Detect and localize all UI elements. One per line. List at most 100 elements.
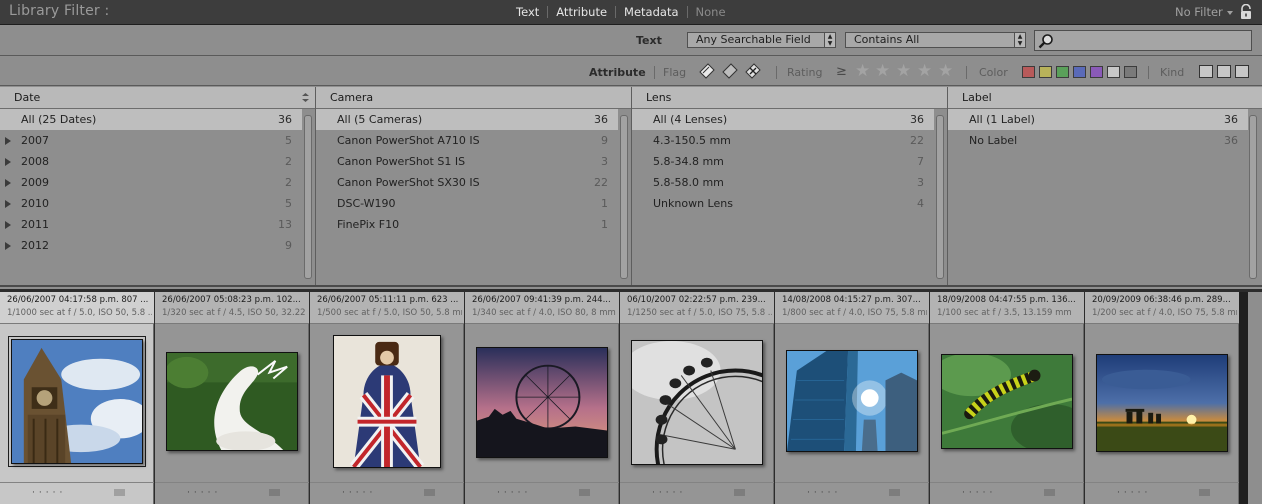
flag-label: Flag <box>663 66 687 79</box>
list-item[interactable]: All (5 Cameras) 36 <box>316 109 618 130</box>
column-options-icon[interactable] <box>302 93 309 102</box>
disclosure-triangle-icon[interactable] <box>5 221 11 229</box>
photo-thumbnail[interactable] <box>1096 354 1228 452</box>
caterpillar-photo <box>942 355 1072 448</box>
disclosure-triangle-icon[interactable] <box>5 242 11 250</box>
list-item[interactable]: DSC-W190 1 <box>316 193 631 214</box>
star-icon[interactable]: ★ <box>855 63 870 80</box>
list-item[interactable]: All (25 Dates) 36 <box>0 109 302 130</box>
color-swatch-other[interactable] <box>1107 66 1120 78</box>
photo-thumbnail[interactable] <box>11 339 143 464</box>
photo-info: 14/08/2008 04:15:27 p.m. 307... 1/800 se… <box>775 292 929 324</box>
list-item[interactable]: Canon PowerShot A710 IS 9 <box>316 130 631 151</box>
disclosure-triangle-icon[interactable] <box>5 137 11 145</box>
scrollbar[interactable] <box>304 115 312 279</box>
column-header[interactable]: Date <box>0 87 315 109</box>
badge-icon <box>114 489 125 496</box>
color-swatch-green[interactable] <box>1056 66 1069 78</box>
photo-cell[interactable]: 14/08/2008 04:15:27 p.m. 307... 1/800 se… <box>775 292 929 504</box>
list-item[interactable]: All (4 Lenses) 36 <box>632 109 934 130</box>
list-item[interactable]: Canon PowerShot SX30 IS 22 <box>316 172 631 193</box>
star-icon[interactable]: ★ <box>875 63 890 80</box>
disclosure-triangle-icon[interactable] <box>5 179 11 187</box>
list-item[interactable]: No Label 36 <box>948 130 1262 151</box>
flag-picked-icon[interactable] <box>697 61 717 81</box>
list-item[interactable]: 5.8-58.0 mm 3 <box>632 172 947 193</box>
column-header[interactable]: Label <box>948 87 1262 109</box>
color-swatch-yellow[interactable] <box>1039 66 1052 78</box>
rating-dots[interactable]: ····· <box>497 488 531 498</box>
tab-none[interactable]: None <box>688 5 734 19</box>
kind-label: Kind <box>1160 66 1185 79</box>
star-icon[interactable]: ★ <box>896 63 911 80</box>
color-swatch-purple[interactable] <box>1090 66 1103 78</box>
photo-thumbnail[interactable] <box>786 350 918 452</box>
color-swatch-none[interactable] <box>1124 66 1137 78</box>
photo-thumbnail[interactable] <box>476 347 608 458</box>
column-header-label: Label <box>962 91 992 104</box>
flag-rejected-icon[interactable] <box>743 61 763 81</box>
scrollbar[interactable] <box>620 115 628 279</box>
photo-thumbnail[interactable] <box>941 354 1073 449</box>
color-swatch-red[interactable] <box>1022 66 1035 78</box>
star-icon[interactable]: ★ <box>938 63 953 80</box>
list-item[interactable]: All (1 Label) 36 <box>948 109 1248 130</box>
photo-thumbnail[interactable] <box>166 352 298 451</box>
photo-footer: ····· <box>930 482 1084 504</box>
photo-cell[interactable]: 26/06/2007 05:08:23 p.m. 102... 1/320 se… <box>155 292 309 504</box>
rating-dots[interactable]: ····· <box>342 488 376 498</box>
list-item[interactable]: 2008 2 <box>0 151 315 172</box>
photo-footer: ····· <box>310 482 464 504</box>
photo-cell[interactable]: 26/06/2007 04:17:58 p.m. 807 ... 1/1000 … <box>0 292 154 504</box>
disclosure-triangle-icon[interactable] <box>5 200 11 208</box>
photo-cell[interactable]: 06/10/2007 02:22:57 p.m. 239... 1/1250 s… <box>620 292 774 504</box>
list-item[interactable]: FinePix F10 1 <box>316 214 631 235</box>
list-item[interactable]: 2012 9 <box>0 235 315 256</box>
color-swatch-blue[interactable] <box>1073 66 1086 78</box>
kind-virtual-copies-icon[interactable] <box>1217 65 1231 78</box>
list-item[interactable]: Canon PowerShot S1 IS 3 <box>316 151 631 172</box>
column-header[interactable]: Lens <box>632 87 947 109</box>
rating-operator[interactable]: ≥ <box>836 64 847 79</box>
match-rule-select[interactable]: Contains All ▲ ▼ <box>845 32 1026 48</box>
photo-thumbnail[interactable] <box>631 340 763 465</box>
scrollbar[interactable] <box>936 115 944 279</box>
column-header[interactable]: Camera <box>316 87 631 109</box>
search-input[interactable] <box>1034 30 1252 51</box>
disclosure-triangle-icon[interactable] <box>5 158 11 166</box>
union-jack-photo <box>334 336 440 467</box>
photo-cell[interactable]: 18/09/2008 04:47:55 p.m. 136... 1/100 se… <box>930 292 1084 504</box>
list-item[interactable]: Unknown Lens 4 <box>632 193 947 214</box>
grid-scrollbar[interactable] <box>1239 292 1248 504</box>
list-item[interactable]: 2010 5 <box>0 193 315 214</box>
rating-dots[interactable]: ····· <box>187 488 221 498</box>
tab-text[interactable]: Text <box>508 5 547 19</box>
flag-unflagged-icon[interactable] <box>720 61 740 81</box>
photo-cell[interactable]: 26/06/2007 05:11:11 p.m. 623 ... 1/500 s… <box>310 292 464 504</box>
rating-dots[interactable]: ····· <box>32 488 66 498</box>
rating-dots[interactable]: ····· <box>652 488 686 498</box>
list-item[interactable]: 2011 13 <box>0 214 315 235</box>
tab-metadata[interactable]: Metadata <box>616 5 686 19</box>
photo-cell[interactable]: 26/06/2007 09:41:39 p.m. 244... 1/340 se… <box>465 292 619 504</box>
photo-cell[interactable]: 20/09/2009 06:38:46 p.m. 289... 1/200 se… <box>1085 292 1239 504</box>
rating-dots[interactable]: ····· <box>962 488 996 498</box>
rating-dots[interactable]: ····· <box>807 488 841 498</box>
lock-icon[interactable] <box>1239 4 1253 20</box>
list-item[interactable]: 2007 5 <box>0 130 315 151</box>
photo-info: 20/09/2009 06:38:46 p.m. 289... 1/200 se… <box>1085 292 1239 324</box>
kind-master-photos-icon[interactable] <box>1199 65 1213 78</box>
photo-capture-info: 06/10/2007 02:22:57 p.m. 239... <box>627 295 766 305</box>
photo-info: 26/06/2007 09:41:39 p.m. 244... 1/340 se… <box>465 292 619 324</box>
photo-thumbnail[interactable] <box>333 335 441 468</box>
searchable-field-select[interactable]: Any Searchable Field ▲ ▼ <box>687 32 836 48</box>
tab-attribute[interactable]: Attribute <box>548 5 615 19</box>
list-item[interactable]: 2009 2 <box>0 172 315 193</box>
list-item[interactable]: 5.8-34.8 mm 7 <box>632 151 947 172</box>
star-icon[interactable]: ★ <box>917 63 932 80</box>
filter-preset-dropdown[interactable]: No Filter <box>1175 5 1233 19</box>
kind-videos-icon[interactable] <box>1235 65 1249 78</box>
scrollbar[interactable] <box>1249 115 1257 279</box>
rating-dots[interactable]: ····· <box>1117 488 1151 498</box>
list-item[interactable]: 4.3-150.5 mm 22 <box>632 130 947 151</box>
